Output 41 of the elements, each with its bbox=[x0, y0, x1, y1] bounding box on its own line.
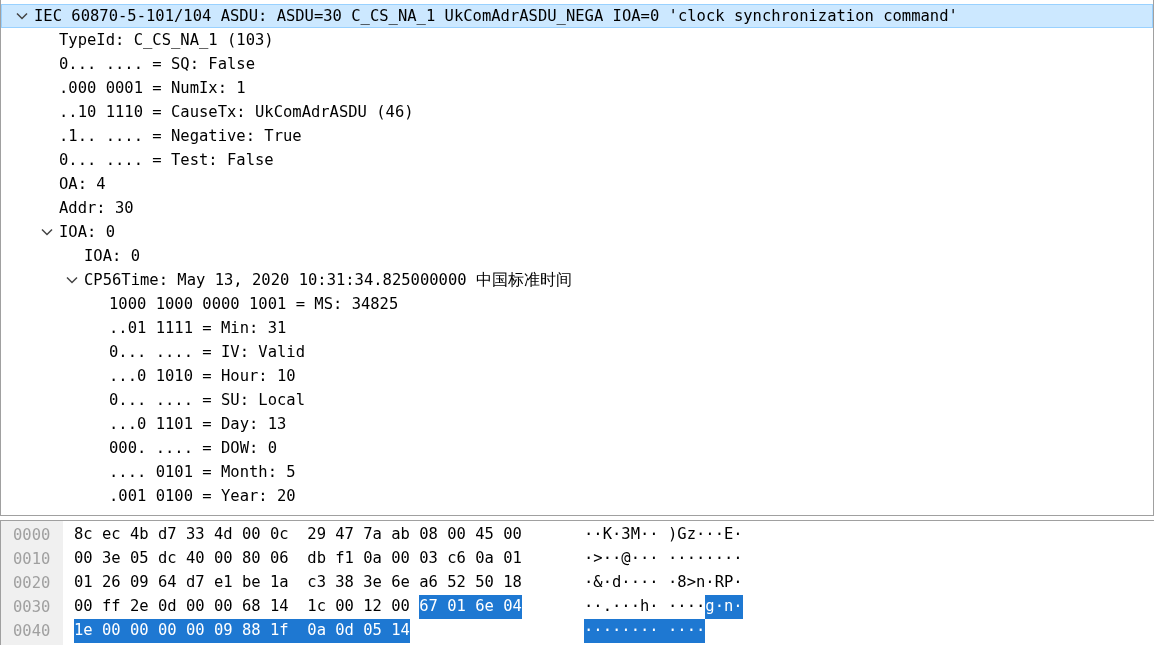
offset-label: 0040 bbox=[12, 621, 52, 642]
offset-label: 0020 bbox=[12, 573, 52, 594]
offset-label: 0000 bbox=[12, 525, 52, 546]
hex-bytes[interactable]: 00 ff 2e 0d 00 00 68 14 1c 00 12 00 bbox=[74, 595, 420, 619]
tree-row[interactable]: 0... .... = IV: Valid bbox=[1, 340, 1153, 364]
tree-row[interactable]: ..10 1110 = CauseTx: UkComAdrASDU (46) bbox=[1, 100, 1153, 124]
tree-row[interactable]: 0... .... = SQ: False bbox=[1, 52, 1153, 76]
tree-row[interactable]: .... 0101 = Month: 5 bbox=[1, 460, 1153, 484]
tree-row[interactable]: ..01 1111 = Min: 31 bbox=[1, 316, 1153, 340]
tree-row[interactable]: .001 0100 = Year: 20 bbox=[1, 484, 1153, 508]
tree-row[interactable]: TypeId: C_CS_NA_1 (103) bbox=[1, 28, 1153, 52]
offset-label: 0010 bbox=[12, 549, 52, 570]
chevron-down-icon[interactable] bbox=[66, 276, 78, 284]
hex-bytes[interactable]: 67 01 6e 04 bbox=[419, 595, 522, 619]
tree-row[interactable]: 0... .... = SU: Local bbox=[1, 388, 1153, 412]
tree-row[interactable]: ...0 1101 = Day: 13 bbox=[1, 412, 1153, 436]
ascii-bytes[interactable]: ··K·3M·· )Gz···E· bbox=[584, 523, 743, 547]
chevron-down-icon[interactable] bbox=[16, 12, 28, 20]
tree-row[interactable]: 0... .... = Test: False bbox=[1, 148, 1153, 172]
chevron-down-icon[interactable] bbox=[41, 228, 53, 236]
tree-row[interactable]: .1.. .... = Negative: True bbox=[1, 124, 1153, 148]
ascii-bytes[interactable]: g·n· bbox=[705, 595, 743, 619]
tree-row[interactable]: .000 0001 = NumIx: 1 bbox=[1, 76, 1153, 100]
tree-row[interactable]: IOA: 0 bbox=[1, 244, 1153, 268]
tree-row[interactable]: 1000 1000 0000 1001 = MS: 34825 bbox=[1, 292, 1153, 316]
tree-row[interactable]: ...0 1010 = Hour: 10 bbox=[1, 364, 1153, 388]
hex-bytes[interactable]: 00 3e 05 dc 40 00 80 06 db f1 0a 00 03 c6 0a 01 bbox=[74, 547, 522, 571]
ascii-bytes[interactable]: ·&·d···· ·8>n·RP· bbox=[584, 571, 743, 595]
tree-row[interactable]: CP56Time: May 13, 2020 10:31:34.825000000 中国标准时间 bbox=[1, 268, 1153, 292]
tree-row[interactable]: IEC 60870-5-101/104 ASDU: ASDU=30 C_CS_NA_1 UkComAdrASDU_NEGA IOA=0 'clock synchronization command' bbox=[1, 4, 1153, 28]
tree-row[interactable]: 000. .... = DOW: 0 bbox=[1, 436, 1153, 460]
hex-bytes[interactable]: 8c ec 4b d7 33 4d 00 0c 29 47 7a ab 08 00 45 00 bbox=[74, 523, 522, 547]
ascii-bytes[interactable]: ·>··@··· ········ bbox=[584, 547, 743, 571]
hex-bytes[interactable]: 01 26 09 64 d7 e1 be 1a c3 38 3e 6e a6 52 50 18 bbox=[74, 571, 522, 595]
ascii-bytes[interactable]: ··.···h· ···· bbox=[584, 595, 706, 619]
ascii-bytes[interactable]: ········ ···· bbox=[584, 619, 706, 643]
hex-bytes[interactable]: 1e 00 00 00 00 09 88 1f 0a 0d 05 14 bbox=[74, 619, 410, 643]
tree-row[interactable]: OA: 4 bbox=[1, 172, 1153, 196]
tree-row[interactable]: IOA: 0 bbox=[1, 220, 1153, 244]
offset-label: 0030 bbox=[12, 597, 52, 618]
tree-row[interactable]: Addr: 30 bbox=[1, 196, 1153, 220]
